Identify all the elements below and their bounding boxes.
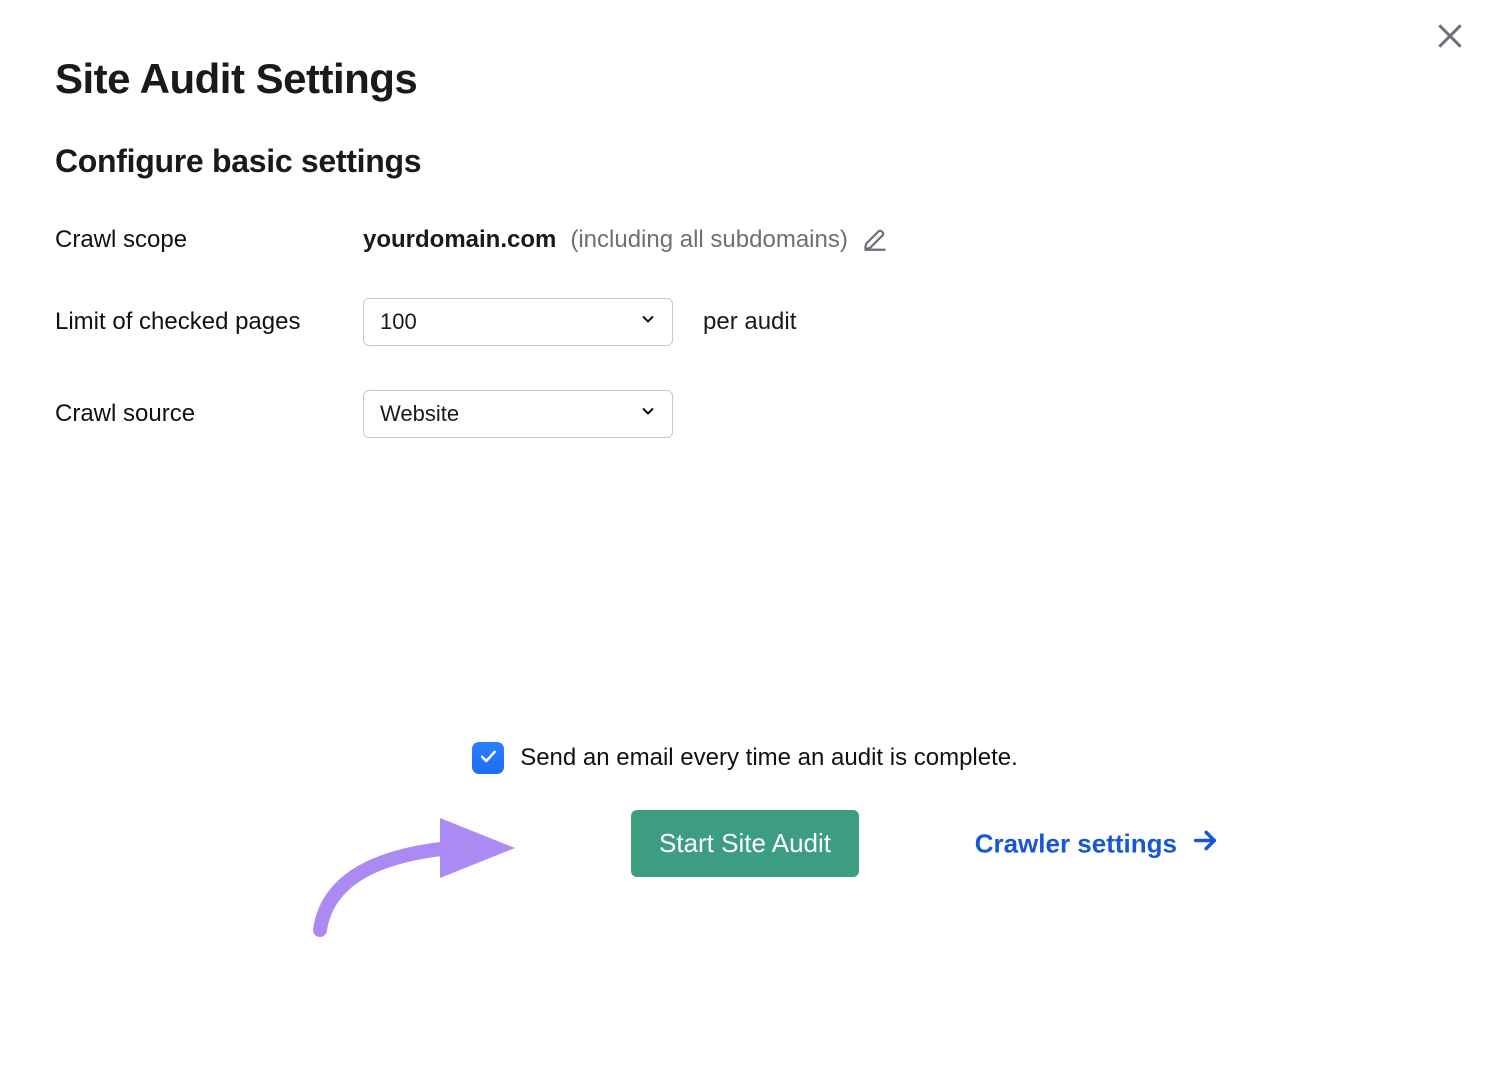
crawl-scope-row: Crawl scope yourdomain.com (including al…	[55, 226, 1435, 254]
crawler-settings-link[interactable]: Crawler settings	[975, 826, 1219, 861]
crawl-scope-domain: yourdomain.com	[363, 226, 556, 254]
limit-pages-label: Limit of checked pages	[55, 308, 363, 336]
email-notify-row: Send an email every time an audit is com…	[55, 742, 1435, 774]
email-notify-label: Send an email every time an audit is com…	[520, 744, 1018, 772]
limit-pages-select[interactable]: 100	[363, 298, 673, 346]
limit-pages-suffix: per audit	[703, 308, 796, 336]
crawl-source-row: Crawl source Website	[55, 390, 1435, 438]
start-site-audit-button[interactable]: Start Site Audit	[631, 810, 859, 877]
crawler-settings-link-label: Crawler settings	[975, 828, 1177, 859]
modal-footer: Send an email every time an audit is com…	[0, 742, 1490, 877]
pencil-icon	[862, 232, 888, 259]
chevron-down-icon	[638, 401, 658, 427]
crawl-source-value-group: Website	[363, 390, 673, 438]
action-row: Start Site Audit Crawler settings	[55, 810, 1435, 877]
email-notify-checkbox[interactable]	[472, 742, 504, 774]
limit-pages-value-group: 100 per audit	[363, 298, 796, 346]
crawl-scope-label: Crawl scope	[55, 226, 363, 254]
crawl-source-selected-value: Website	[380, 401, 459, 427]
modal-title: Site Audit Settings	[55, 55, 1435, 103]
site-audit-settings-modal: Site Audit Settings Configure basic sett…	[0, 0, 1490, 1092]
limit-pages-row: Limit of checked pages 100 per audit	[55, 298, 1435, 346]
section-title: Configure basic settings	[55, 143, 1435, 180]
close-icon	[1434, 20, 1466, 57]
edit-crawl-scope-button[interactable]	[862, 227, 888, 253]
check-icon	[478, 746, 498, 771]
chevron-down-icon	[638, 309, 658, 335]
crawl-scope-note: (including all subdomains)	[570, 226, 847, 254]
crawl-source-label: Crawl source	[55, 400, 363, 428]
close-button[interactable]	[1430, 18, 1470, 58]
limit-pages-selected-value: 100	[380, 309, 417, 335]
crawl-source-select[interactable]: Website	[363, 390, 673, 438]
arrow-right-icon	[1191, 826, 1219, 861]
crawl-scope-value: yourdomain.com (including all subdomains…	[363, 226, 888, 254]
